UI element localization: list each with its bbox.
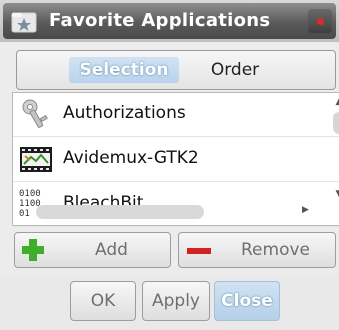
keys-icon xyxy=(22,99,48,128)
scroll-down-icon[interactable]: ▼ xyxy=(333,188,339,200)
plus-icon xyxy=(22,239,44,261)
remove-button[interactable]: Remove xyxy=(178,232,336,268)
list-item[interactable]: Avidemux-GTK2 xyxy=(13,138,339,182)
title-bar-inner: Favorite Applications xyxy=(3,3,336,39)
list-item[interactable]: Authorizations xyxy=(13,93,339,137)
scroll-right-icon[interactable]: ▶ xyxy=(302,205,309,215)
window-close-button[interactable] xyxy=(308,9,332,33)
tab-bar: Selection Order xyxy=(16,50,336,90)
scroll-up-icon[interactable]: ▲ xyxy=(333,96,339,108)
add-button-label: Add xyxy=(95,240,128,260)
close-button[interactable]: Close xyxy=(214,281,280,321)
vertical-scroll-thumb[interactable] xyxy=(333,112,339,134)
folder-star-icon xyxy=(11,12,37,33)
tab-order[interactable]: Order xyxy=(195,57,275,83)
list-item-label: Authorizations xyxy=(63,103,186,123)
film-icon xyxy=(20,147,52,172)
tab-selection[interactable]: Selection xyxy=(69,57,179,83)
horizontal-scroll-thumb[interactable] xyxy=(36,205,204,219)
binary-icon-line: 0100 xyxy=(19,189,41,199)
minus-icon xyxy=(187,248,211,254)
vertical-scrollbar[interactable]: ▲ ▼ xyxy=(333,96,339,200)
window-title: Favorite Applications xyxy=(49,10,271,31)
remove-button-label: Remove xyxy=(241,240,310,260)
list-item-label: Avidemux-GTK2 xyxy=(63,148,199,168)
add-button[interactable]: Add xyxy=(14,232,171,268)
horizontal-scrollbar[interactable]: ▶ xyxy=(36,203,316,221)
title-bar: Favorite Applications xyxy=(0,0,339,42)
apply-button[interactable]: Apply xyxy=(142,281,210,321)
ok-button[interactable]: OK xyxy=(70,281,136,321)
